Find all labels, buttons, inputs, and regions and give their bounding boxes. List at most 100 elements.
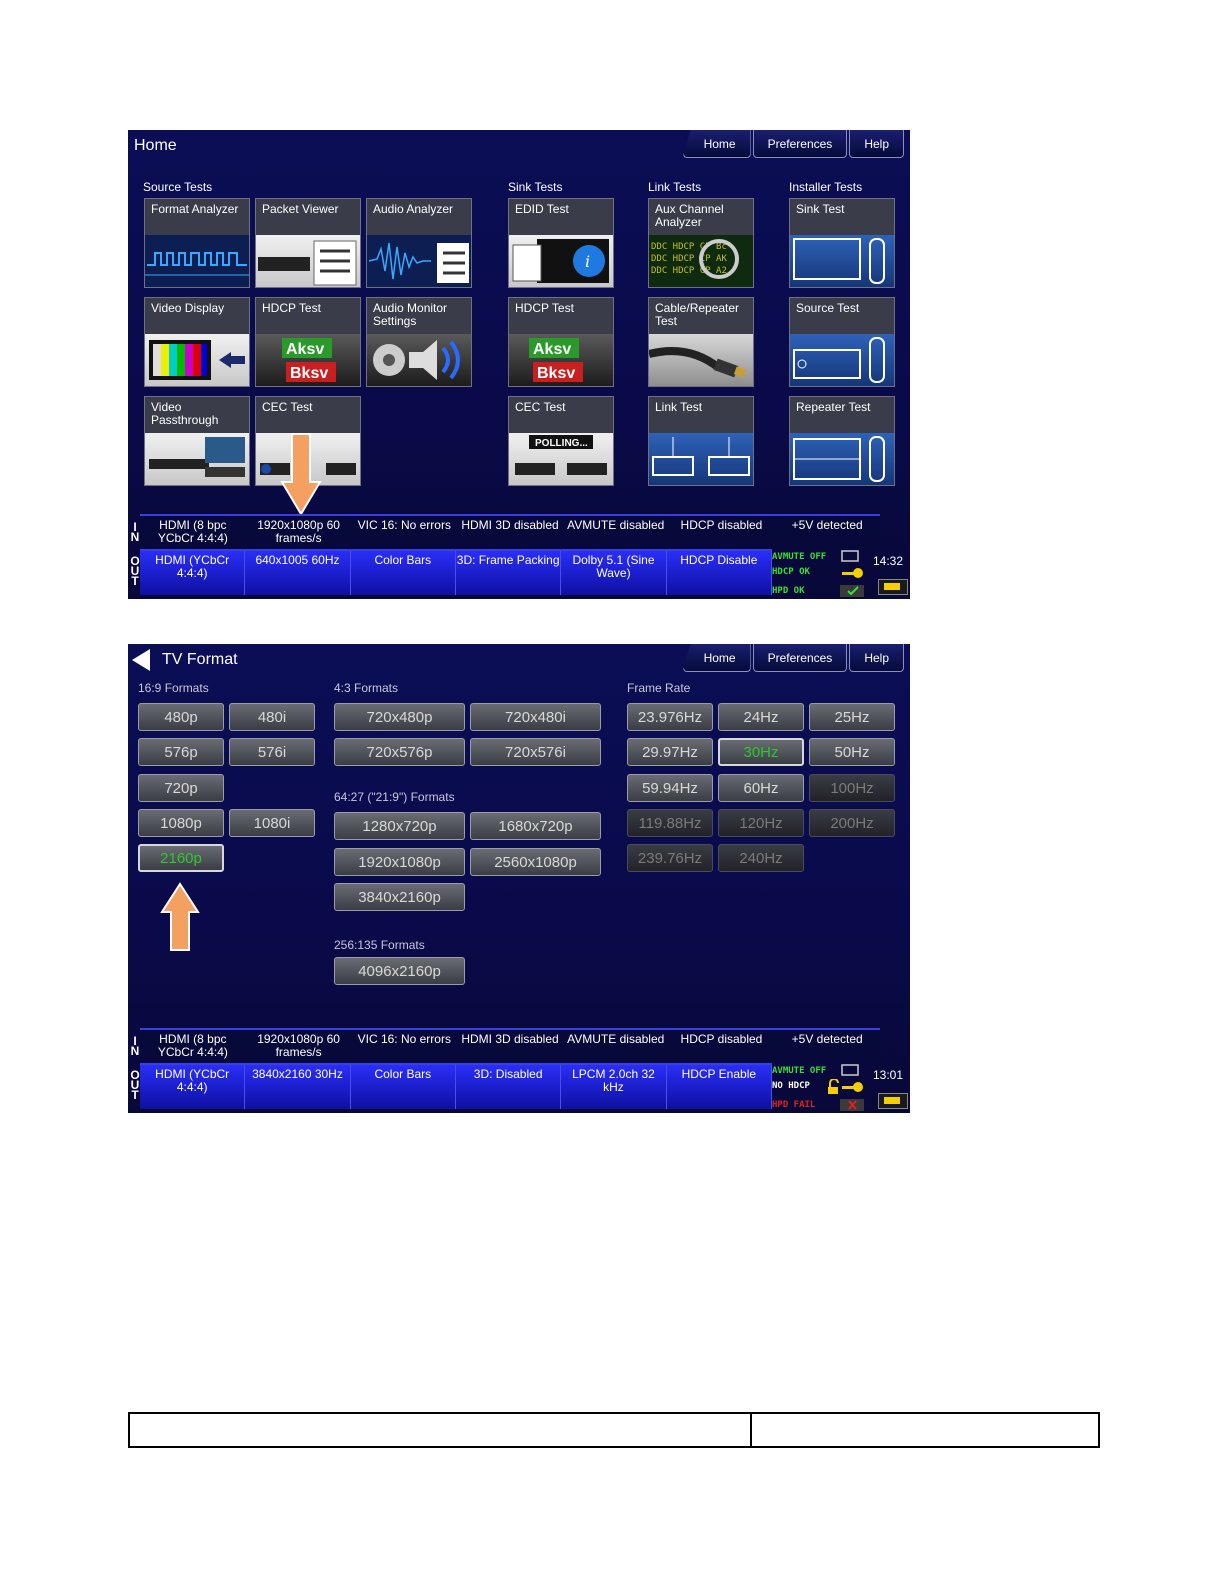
- format-1080i[interactable]: 1080i: [229, 809, 315, 837]
- rate-23-976hz[interactable]: 23.976Hz: [627, 703, 713, 731]
- rate-119-88hz[interactable]: 119.88Hz: [627, 809, 713, 837]
- back-arrow-icon[interactable]: [132, 649, 150, 671]
- preferences-button[interactable]: Preferences: [752, 644, 848, 672]
- format-720x480i[interactable]: 720x480i: [470, 703, 601, 731]
- out-status-hdcp[interactable]: HDCP Enable: [667, 1065, 772, 1109]
- monitor-icon: [841, 1064, 859, 1076]
- page-title: Home: [134, 137, 177, 154]
- in-status-hdcp: HDCP disabled: [680, 518, 763, 532]
- svg-text:i: i: [585, 252, 590, 271]
- format-576i[interactable]: 576i: [229, 738, 315, 766]
- rate-50hz[interactable]: 50Hz: [809, 738, 895, 766]
- tile-sink-test[interactable]: Sink Test: [789, 198, 895, 288]
- tile-edid-test[interactable]: EDID Test i: [508, 198, 614, 288]
- output-status-bar: HDMI (YCbCr 4:4:4) 640x1005 60Hz Color B…: [140, 549, 772, 595]
- in-status-5v: +5V detected: [791, 1032, 863, 1046]
- format-1920x1080p[interactable]: 1920x1080p: [334, 848, 465, 876]
- hdcp-indicator: NO HDCP: [772, 1081, 810, 1091]
- format-4096x2160p[interactable]: 4096x2160p: [334, 957, 465, 985]
- table-divider: [750, 1414, 752, 1446]
- tile-source-test[interactable]: Source Test: [789, 297, 895, 387]
- format-1680x720p[interactable]: 1680x720p: [470, 812, 601, 840]
- in-status-3d: HDMI 3D disabled: [461, 1032, 559, 1046]
- key-icon: [842, 568, 863, 578]
- svg-text:DDC HDCP CP A2: DDC HDCP CP A2: [651, 266, 727, 276]
- label-4-3: 4:3 Formats: [334, 681, 399, 695]
- rate-29-97hz[interactable]: 29.97Hz: [627, 738, 713, 766]
- rate-200hz[interactable]: 200Hz: [809, 809, 895, 837]
- out-status-audio[interactable]: Dolby 5.1 (Sine Wave): [561, 551, 667, 595]
- svg-text:DDC HDCP CP Bc: DDC HDCP CP Bc: [651, 242, 727, 252]
- tile-repeater-test[interactable]: Repeater Test: [789, 396, 895, 486]
- format-1280x720p[interactable]: 1280x720p: [334, 812, 465, 840]
- avmute-indicator: AVMUTE OFF: [772, 1066, 827, 1076]
- rate-60hz[interactable]: 60Hz: [718, 774, 804, 802]
- out-status-hdcp[interactable]: HDCP Disable: [667, 551, 772, 595]
- tile-video-display[interactable]: Video Display: [144, 297, 250, 387]
- format-720x480p[interactable]: 720x480p: [334, 703, 465, 731]
- tile-format-analyzer[interactable]: Format Analyzer: [144, 198, 250, 288]
- rate-120hz[interactable]: 120Hz: [718, 809, 804, 837]
- color-bars-icon: [145, 334, 249, 386]
- tile-audio-monitor-settings[interactable]: Audio Monitor Settings: [366, 297, 472, 387]
- info-tv-icon: i: [509, 235, 613, 287]
- home-button[interactable]: Home: [682, 644, 751, 672]
- format-480i[interactable]: 480i: [229, 703, 315, 731]
- preferences-button[interactable]: Preferences: [752, 130, 848, 158]
- out-status-timing[interactable]: 640x1005 60Hz: [245, 551, 351, 595]
- tile-audio-analyzer[interactable]: Audio Analyzer: [366, 198, 472, 288]
- battery-icon: [878, 1093, 908, 1109]
- out-status-video[interactable]: HDMI (YCbCr 4:4:4): [140, 551, 246, 595]
- tile-cec-test-sink[interactable]: CEC Test POLLING...: [508, 396, 614, 486]
- svg-text:Bksv: Bksv: [290, 365, 328, 382]
- check-icon: [840, 585, 864, 597]
- output-status-bar: HDMI (YCbCr 4:4:4) 3840x2160 30Hz Color …: [140, 1063, 772, 1109]
- format-2160p[interactable]: 2160p: [138, 844, 224, 872]
- format-3840x2160p[interactable]: 3840x2160p: [334, 883, 465, 911]
- rate-240hz[interactable]: 240Hz: [718, 844, 804, 872]
- out-status-pattern[interactable]: Color Bars: [351, 1065, 456, 1109]
- tile-packet-viewer[interactable]: Packet Viewer: [255, 198, 361, 288]
- section-link-tests: Link Tests: [648, 180, 702, 194]
- rate-30hz[interactable]: 30Hz: [718, 738, 804, 766]
- hpd-indicator: HPD FAIL: [772, 1100, 816, 1110]
- in-status-hdcp: HDCP disabled: [680, 1032, 763, 1046]
- section-installer-tests: Installer Tests: [789, 180, 863, 194]
- rate-100hz[interactable]: 100Hz: [809, 774, 895, 802]
- format-480p[interactable]: 480p: [138, 703, 224, 731]
- avmute-indicator: AVMUTE OFF: [772, 552, 827, 562]
- arrow-up-icon: [160, 882, 200, 951]
- rate-25hz[interactable]: 25Hz: [809, 703, 895, 731]
- home-screen: Home Home Preferences Help Source Tests …: [128, 130, 910, 599]
- battery-icon: [878, 579, 908, 595]
- format-576p[interactable]: 576p: [138, 738, 224, 766]
- rate-59-94hz[interactable]: 59.94Hz: [627, 774, 713, 802]
- out-status-3d[interactable]: 3D: Frame Packing: [456, 551, 562, 595]
- format-1080p[interactable]: 1080p: [138, 809, 224, 837]
- rate-24hz[interactable]: 24Hz: [718, 703, 804, 731]
- format-720p[interactable]: 720p: [138, 774, 224, 802]
- format-720x576p[interactable]: 720x576p: [334, 738, 465, 766]
- in-status-vic: VIC 16: No errors: [357, 518, 451, 532]
- tile-aux-channel-analyzer[interactable]: Aux Channel Analyzer DDC HDCP CP Bc DDC H…: [648, 198, 754, 288]
- format-2560x1080p[interactable]: 2560x1080p: [470, 848, 601, 876]
- format-720x576i[interactable]: 720x576i: [470, 738, 601, 766]
- out-status-video[interactable]: HDMI (YCbCr 4:4:4): [140, 1065, 246, 1109]
- out-status-3d[interactable]: 3D: Disabled: [456, 1065, 562, 1109]
- out-status-audio[interactable]: LPCM 2.0ch 32 kHz: [561, 1065, 667, 1109]
- svg-text:POLLING...: POLLING...: [535, 438, 588, 449]
- help-button[interactable]: Help: [849, 130, 904, 158]
- tile-link-test[interactable]: Link Test: [648, 396, 754, 486]
- out-status-timing[interactable]: 3840x2160 30Hz: [245, 1065, 351, 1109]
- section-source-tests: Source Tests: [143, 180, 213, 194]
- tile-video-passthrough[interactable]: Video Passthrough: [144, 396, 250, 486]
- home-button[interactable]: Home: [682, 130, 751, 158]
- out-status-pattern[interactable]: Color Bars: [351, 551, 456, 595]
- clock: 13:01: [873, 1068, 904, 1082]
- hpd-indicator: HPD OK: [772, 586, 805, 596]
- tile-hdcp-test-source[interactable]: HDCP Test Aksv Bksv: [255, 297, 361, 387]
- tile-cable-repeater-test[interactable]: Cable/Repeater Test: [648, 297, 754, 387]
- help-button[interactable]: Help: [849, 644, 904, 672]
- rate-239-76hz[interactable]: 239.76Hz: [627, 844, 713, 872]
- tile-hdcp-test-sink[interactable]: HDCP Test Aksv Bksv: [508, 297, 614, 387]
